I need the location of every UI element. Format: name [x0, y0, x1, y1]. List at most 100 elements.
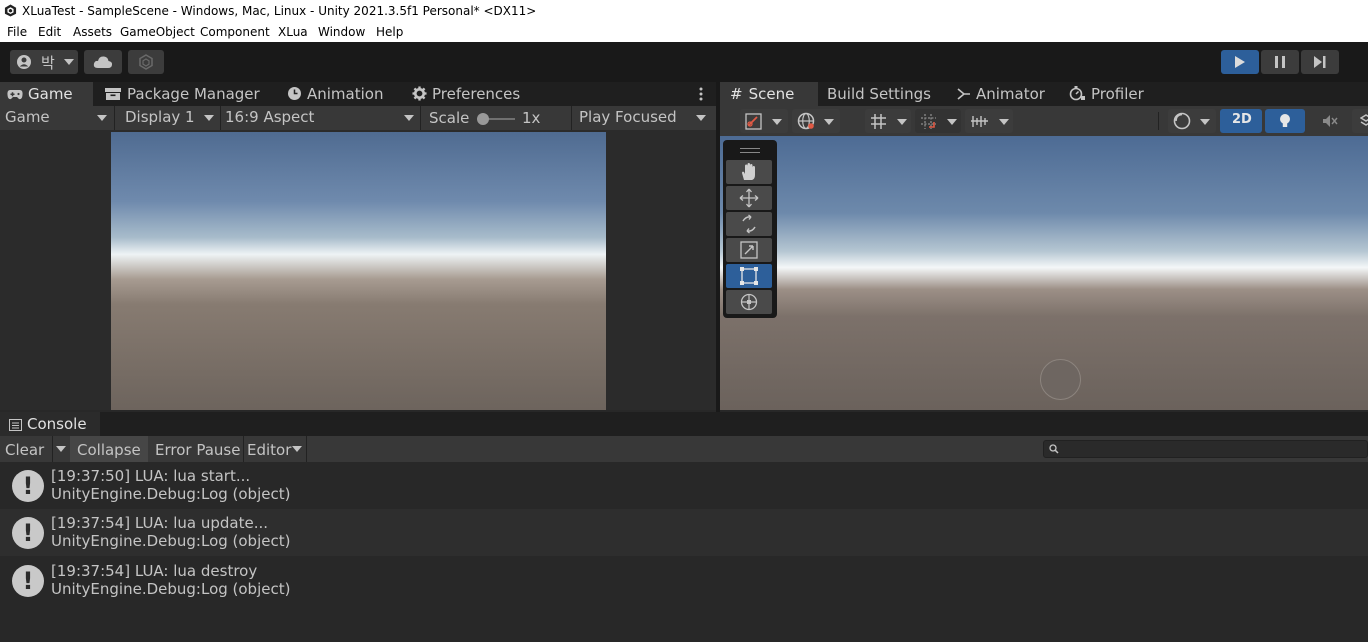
unity-logo-icon	[4, 4, 17, 17]
tab-build-settings[interactable]: Build Settings	[827, 82, 931, 106]
orientation-gizmo[interactable]	[1040, 359, 1081, 400]
info-icon	[12, 517, 44, 549]
pause-icon	[1275, 56, 1285, 68]
play-focused-dropdown[interactable]: Play Focused	[574, 106, 714, 130]
lightbulb-icon	[1280, 114, 1290, 127]
window-title: XLuaTest - SampleScene - Windows, Mac, L…	[22, 4, 537, 18]
kebab-menu-icon[interactable]	[698, 86, 704, 102]
draw-mode-dropdown[interactable]	[740, 109, 788, 133]
cloud-button[interactable]	[84, 50, 122, 74]
shading-mode-dropdown[interactable]	[1168, 109, 1216, 133]
audio-toggle-button[interactable]	[1309, 109, 1349, 133]
console-search-input[interactable]	[1043, 440, 1368, 458]
tab-animator-label: Animator	[976, 85, 1045, 103]
menu-help[interactable]: Help	[376, 25, 403, 39]
game-toolbar: Game Display 1 16:9 Aspect Scale 1x Play…	[0, 106, 716, 130]
collab-button[interactable]	[128, 50, 164, 74]
menu-xlua[interactable]: XLua	[278, 25, 308, 39]
mute-icon	[1323, 115, 1338, 127]
animator-icon	[957, 88, 970, 100]
display-dropdown[interactable]: Display 1	[120, 106, 220, 130]
scale-slider-handle[interactable]	[477, 113, 489, 125]
log-entry[interactable]: [19:37:54] LUA: lua update... UnityEngin…	[0, 509, 1368, 556]
menu-edit[interactable]: Edit	[38, 25, 61, 39]
play-button[interactable]	[1221, 50, 1259, 74]
log-message: [19:37:54] LUA: lua destroy	[51, 562, 258, 580]
rect-tool-button[interactable]	[726, 264, 772, 288]
editor-target-label: Editor	[247, 441, 292, 459]
menu-component[interactable]: Component	[200, 25, 270, 39]
tab-console[interactable]: Console	[0, 412, 100, 436]
snap-increment-dropdown[interactable]	[915, 109, 961, 133]
rotate-tool-button[interactable]	[726, 212, 772, 236]
tab-preferences-label: Preferences	[432, 85, 521, 103]
toggle-2d-button[interactable]: 2D	[1220, 109, 1262, 133]
tab-profiler-label: Profiler	[1091, 85, 1144, 103]
menu-assets[interactable]: Assets	[73, 25, 112, 39]
editor-target-dropdown[interactable]: Editor	[244, 436, 306, 462]
chevron-down-icon	[999, 119, 1009, 125]
chevron-down-icon	[64, 59, 74, 65]
menu-file[interactable]: File	[7, 25, 27, 39]
chevron-down-icon	[824, 119, 834, 125]
log-message: [19:37:54] LUA: lua update...	[51, 514, 269, 532]
chevron-down-icon	[696, 115, 706, 121]
grid-hash-icon: #	[730, 85, 743, 103]
log-source: UnityEngine.Debug:Log (object)	[51, 485, 291, 503]
pause-button[interactable]	[1261, 50, 1299, 74]
effects-dropdown[interactable]	[1352, 109, 1368, 133]
tab-game[interactable]: Game	[0, 82, 93, 106]
tab-game-label: Game	[28, 85, 73, 103]
info-icon	[12, 565, 44, 597]
rect-transform-icon	[740, 267, 758, 285]
log-source: UnityEngine.Debug:Log (object)	[51, 532, 291, 550]
error-pause-toggle[interactable]: Error Pause	[155, 441, 240, 459]
log-entry[interactable]: [19:37:50] LUA: lua start... UnityEngine…	[0, 462, 1368, 509]
overlay-grip-icon[interactable]	[740, 148, 760, 149]
account-dropdown[interactable]: 박	[10, 50, 78, 74]
game-viewport[interactable]	[111, 132, 606, 410]
step-button[interactable]	[1301, 50, 1339, 74]
tab-profiler[interactable]: Profiler	[1069, 82, 1144, 106]
sphere-icon	[1173, 112, 1191, 130]
clear-options-dropdown[interactable]	[56, 446, 66, 452]
scale-tool-button[interactable]	[726, 238, 772, 262]
ruler-dropdown[interactable]	[965, 109, 1013, 133]
menu-gameobject[interactable]: GameObject	[120, 25, 195, 39]
game-view-dropdown[interactable]: Game	[0, 106, 114, 130]
move-tool-button[interactable]	[726, 186, 772, 210]
collapse-toggle[interactable]: Collapse	[70, 436, 148, 462]
account-label: 박	[41, 54, 55, 72]
tab-animator[interactable]: Animator	[957, 82, 1045, 106]
step-icon	[1314, 56, 1326, 68]
chevron-down-icon	[404, 115, 414, 121]
info-icon	[12, 470, 44, 502]
scale-label: Scale	[429, 109, 470, 127]
log-entry[interactable]: [19:37:54] LUA: lua destroy UnityEngine.…	[0, 557, 1368, 604]
menu-window[interactable]: Window	[318, 25, 365, 39]
toggle-2d-label: 2D	[1232, 112, 1252, 127]
lighting-toggle-button[interactable]	[1265, 109, 1305, 133]
hand-icon	[742, 163, 755, 180]
clear-button[interactable]: Clear	[5, 441, 44, 459]
grid-snap-dropdown[interactable]	[865, 109, 911, 133]
right-dock-tabbar: # Scene Build Settings Animator Profiler	[720, 82, 1368, 106]
tab-animation-label: Animation	[307, 85, 384, 103]
tab-preferences[interactable]: Preferences	[412, 82, 520, 106]
chevron-down-icon	[1200, 119, 1210, 125]
transform-tool-button[interactable]	[726, 290, 772, 314]
aspect-dropdown[interactable]: 16:9 Aspect	[220, 106, 420, 130]
tab-package-manager[interactable]: Package Manager	[104, 82, 260, 106]
chevron-down-icon	[897, 119, 907, 125]
global-dropdown[interactable]	[792, 109, 840, 133]
tab-animation[interactable]: Animation	[287, 82, 383, 106]
divider	[420, 106, 421, 130]
scene-viewport[interactable]	[720, 136, 1368, 410]
divider	[114, 106, 115, 130]
gear-icon	[412, 86, 427, 101]
hand-tool-button[interactable]	[726, 160, 772, 184]
tab-scene[interactable]: # Scene	[720, 82, 818, 106]
console-toolbar: Clear Collapse Error Pause Editor	[0, 436, 1368, 462]
scale-value: 1x	[522, 109, 541, 127]
tab-scene-label: Scene	[748, 85, 795, 103]
